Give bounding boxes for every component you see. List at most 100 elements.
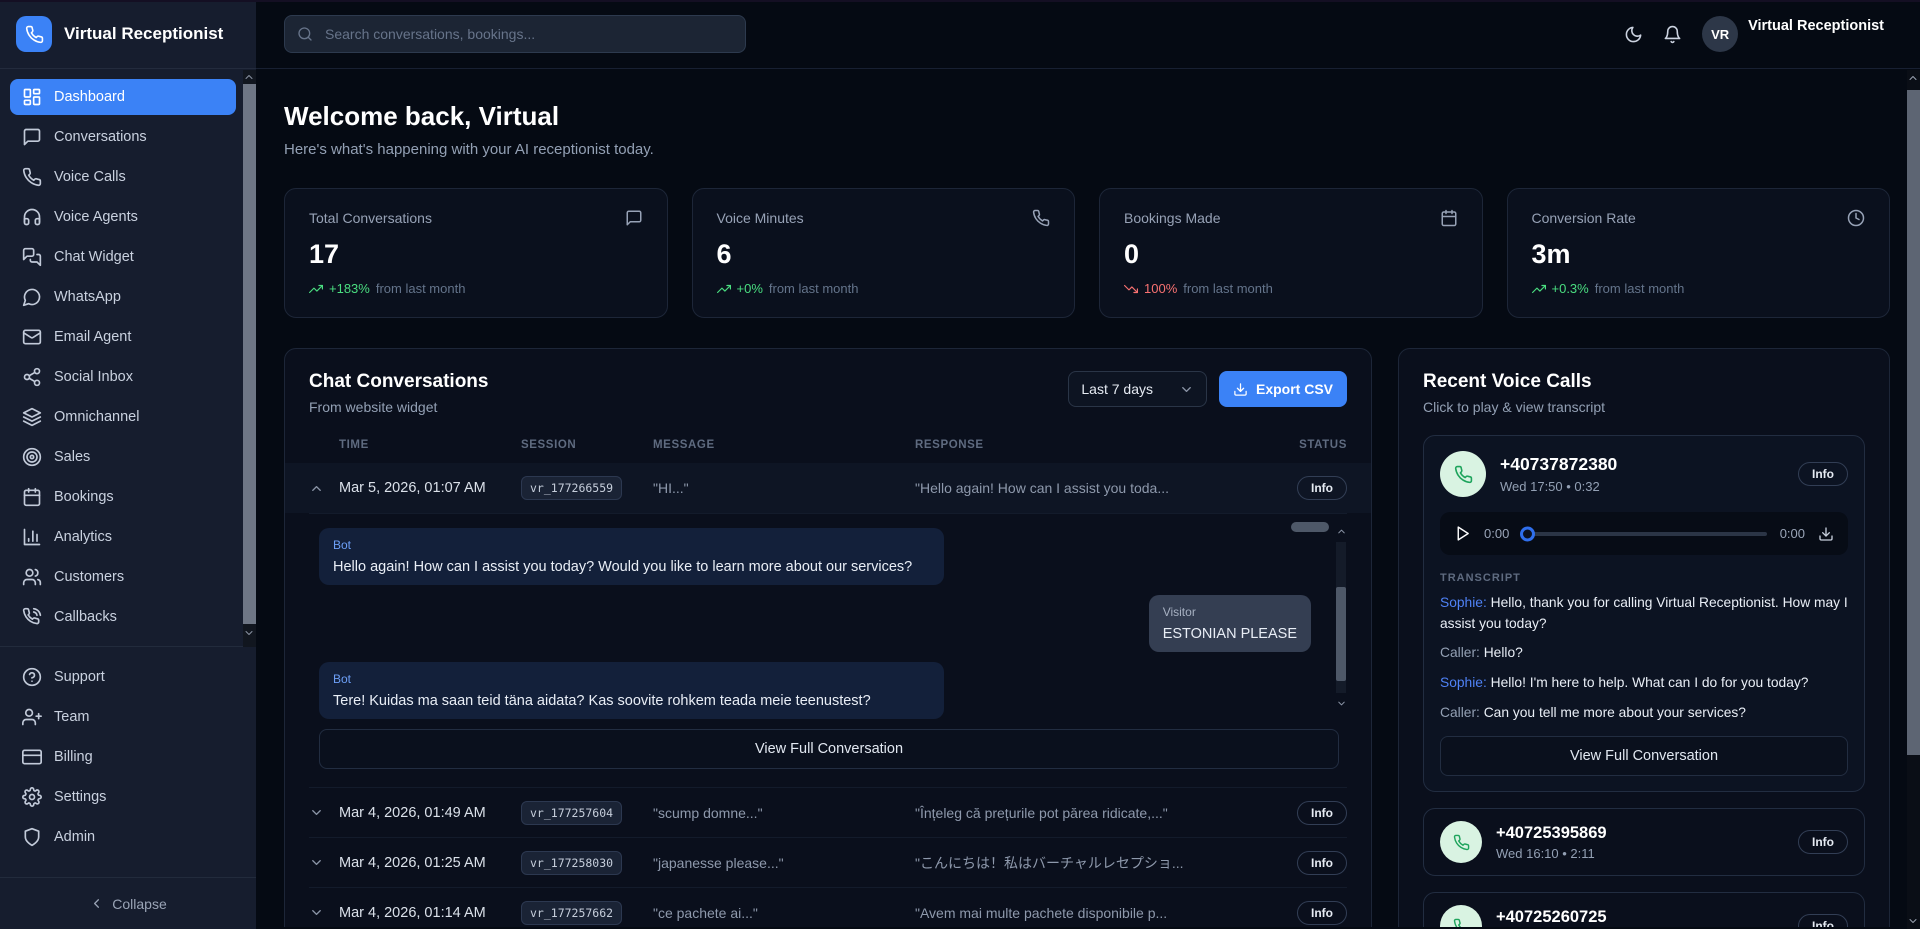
table-row[interactable]: Mar 4, 2026, 01:49 AMvr_177257604"scump … — [309, 787, 1347, 837]
target-icon — [22, 447, 42, 467]
info-button[interactable]: Info — [1297, 851, 1347, 875]
seek-knob[interactable] — [1520, 526, 1535, 541]
view-full-conversation-button[interactable]: View Full Conversation — [319, 729, 1339, 769]
stat-label: Total Conversations — [309, 210, 432, 226]
sidebar-item-sales[interactable]: Sales — [10, 439, 236, 475]
call-list-item[interactable]: +40725260725Tue 12:39 • 0:47Info — [1423, 892, 1865, 927]
chat-conversations-panel: Chat Conversations From website widget L… — [284, 348, 1372, 927]
view-full-conversation-button[interactable]: View Full Conversation — [1440, 736, 1848, 776]
messages-square-icon — [22, 247, 42, 267]
sidebar-item-whatsapp[interactable]: WhatsApp — [10, 279, 236, 315]
sidebar-scrollbar[interactable] — [243, 70, 256, 647]
seek-slider[interactable] — [1522, 532, 1766, 536]
table-row[interactable]: Mar 4, 2026, 01:25 AMvr_177258030"japane… — [309, 837, 1347, 887]
search-icon — [297, 26, 313, 42]
call-list-item[interactable]: +40725395869Wed 16:10 • 2:11Info — [1423, 808, 1865, 876]
table-row[interactable]: Mar 4, 2026, 01:14 AMvr_177257662"ce pac… — [309, 887, 1347, 927]
transcript-line: Caller: Hello? — [1440, 643, 1848, 664]
sidebar-item-settings[interactable]: Settings — [10, 779, 236, 815]
transcript-label: TRANSCRIPT — [1440, 572, 1848, 584]
stat-card-total-conversations: Total Conversations17+183%from last mont… — [284, 188, 668, 318]
sidebar-item-team[interactable]: Team — [10, 699, 236, 735]
calendar-icon — [22, 487, 42, 507]
sidebar-item-email-agent[interactable]: Email Agent — [10, 319, 236, 355]
sidebar-item-billing[interactable]: Billing — [10, 739, 236, 775]
bot-message-bubble: BotHello again! How can I assist you tod… — [319, 528, 944, 585]
featured-call-card[interactable]: +40737872380Wed 17:50 • 0:32Info0:000:00… — [1423, 435, 1865, 792]
info-button[interactable]: Info — [1297, 476, 1347, 500]
sidebar-item-analytics[interactable]: Analytics — [10, 519, 236, 555]
sidebar-item-conversations[interactable]: Conversations — [10, 119, 236, 155]
sidebar-item-admin[interactable]: Admin — [10, 819, 236, 855]
recent-voice-calls-panel: Recent Voice Calls Click to play & view … — [1398, 348, 1890, 927]
stat-trend-value: 100% — [1144, 281, 1177, 296]
sidebar-item-label: WhatsApp — [54, 289, 121, 305]
info-button[interactable]: Info — [1798, 462, 1848, 486]
row-response: "Înțeleg că prețurile pot părea ridicate… — [915, 805, 1285, 821]
stat-trend-suffix: from last month — [376, 281, 466, 296]
sidebar-item-chat-widget[interactable]: Chat Widget — [10, 239, 236, 275]
player-current-time: 0:00 — [1484, 526, 1509, 541]
info-button[interactable]: Info — [1798, 830, 1848, 854]
avatar[interactable]: VR — [1702, 16, 1738, 52]
row-session: vr_177266559 — [521, 476, 653, 500]
row-session: vr_177258030 — [521, 851, 653, 875]
search-box[interactable] — [284, 15, 746, 53]
info-button[interactable]: Info — [1297, 801, 1347, 825]
stat-value: 3m — [1532, 239, 1866, 270]
window-top-edge — [0, 0, 1920, 2]
dashboard-icon — [22, 87, 42, 107]
stat-value: 17 — [309, 239, 643, 270]
play-button[interactable] — [1454, 525, 1471, 542]
page-scrollbar-thumb[interactable] — [1907, 90, 1920, 755]
chevron-down-icon — [1179, 382, 1194, 397]
table-row[interactable]: Mar 5, 2026, 01:07 AMvr_177266559"HI..."… — [309, 463, 1347, 513]
sidebar-item-social-inbox[interactable]: Social Inbox — [10, 359, 236, 395]
sidebar-scrollbar-thumb[interactable] — [243, 84, 256, 624]
sidebar-item-bookings[interactable]: Bookings — [10, 479, 236, 515]
chevron-down-icon — [1907, 915, 1919, 927]
mail-icon — [22, 327, 42, 347]
sidebar-item-dashboard[interactable]: Dashboard — [10, 79, 236, 115]
bubble-text: ESTONIAN PLEASE — [1163, 626, 1297, 642]
call-meta: Wed 16:10 • 2:11 — [1496, 846, 1607, 861]
user-menu[interactable]: VR Virtual Receptionist — [1702, 16, 1884, 52]
sidebar-item-voice-calls[interactable]: Voice Calls — [10, 159, 236, 195]
topbar: VR Virtual Receptionist — [256, 0, 1920, 69]
page-scrollbar[interactable] — [1907, 70, 1920, 929]
notifications-button[interactable] — [1663, 25, 1682, 44]
collapse-button[interactable]: Collapse — [0, 877, 256, 929]
app-root: Virtual Receptionist DashboardConversati… — [0, 0, 1920, 929]
info-button[interactable]: Info — [1297, 901, 1347, 925]
chevron-up-icon — [1336, 526, 1347, 537]
call-avatar — [1440, 821, 1482, 863]
sidebar-item-omnichannel[interactable]: Omnichannel — [10, 399, 236, 435]
chat-scrollbar[interactable] — [1333, 526, 1347, 709]
bubble-sender: Visitor — [1163, 605, 1297, 619]
layers-icon — [22, 407, 42, 427]
sidebar-item-support[interactable]: Support — [10, 659, 236, 695]
transcript-speaker: Caller: — [1440, 645, 1480, 660]
trending-up-icon — [717, 282, 731, 296]
download-recording-button[interactable] — [1818, 526, 1834, 542]
sidebar-item-label: Team — [54, 709, 89, 725]
dark-mode-toggle[interactable] — [1624, 25, 1643, 44]
sidebar-item-voice-agents[interactable]: Voice Agents — [10, 199, 236, 235]
chat-scrollbar-thumb[interactable] — [1336, 587, 1346, 681]
date-range-select[interactable]: Last 7 days — [1068, 371, 1207, 407]
page-content: Welcome back, Virtual Here's what's happ… — [256, 69, 1920, 927]
info-button[interactable]: Info — [1798, 914, 1848, 927]
call-meta: Wed 17:50 • 0:32 — [1500, 479, 1617, 494]
chat-scrollbar-handle[interactable] — [1291, 522, 1329, 532]
transcript-speaker: Sophie: — [1440, 595, 1487, 610]
export-csv-label: Export CSV — [1256, 381, 1333, 397]
search-input[interactable] — [323, 25, 733, 43]
sidebar-item-customers[interactable]: Customers — [10, 559, 236, 595]
export-csv-button[interactable]: Export CSV — [1219, 371, 1347, 407]
chevron-down-icon — [309, 905, 324, 920]
transcript-speaker: Caller: — [1440, 705, 1480, 720]
sidebar-item-callbacks[interactable]: Callbacks — [10, 599, 236, 635]
bubble-text: Hello again! How can I assist you today?… — [333, 559, 930, 575]
panels-row: Chat Conversations From website widget L… — [284, 348, 1890, 927]
call-avatar — [1440, 451, 1486, 497]
